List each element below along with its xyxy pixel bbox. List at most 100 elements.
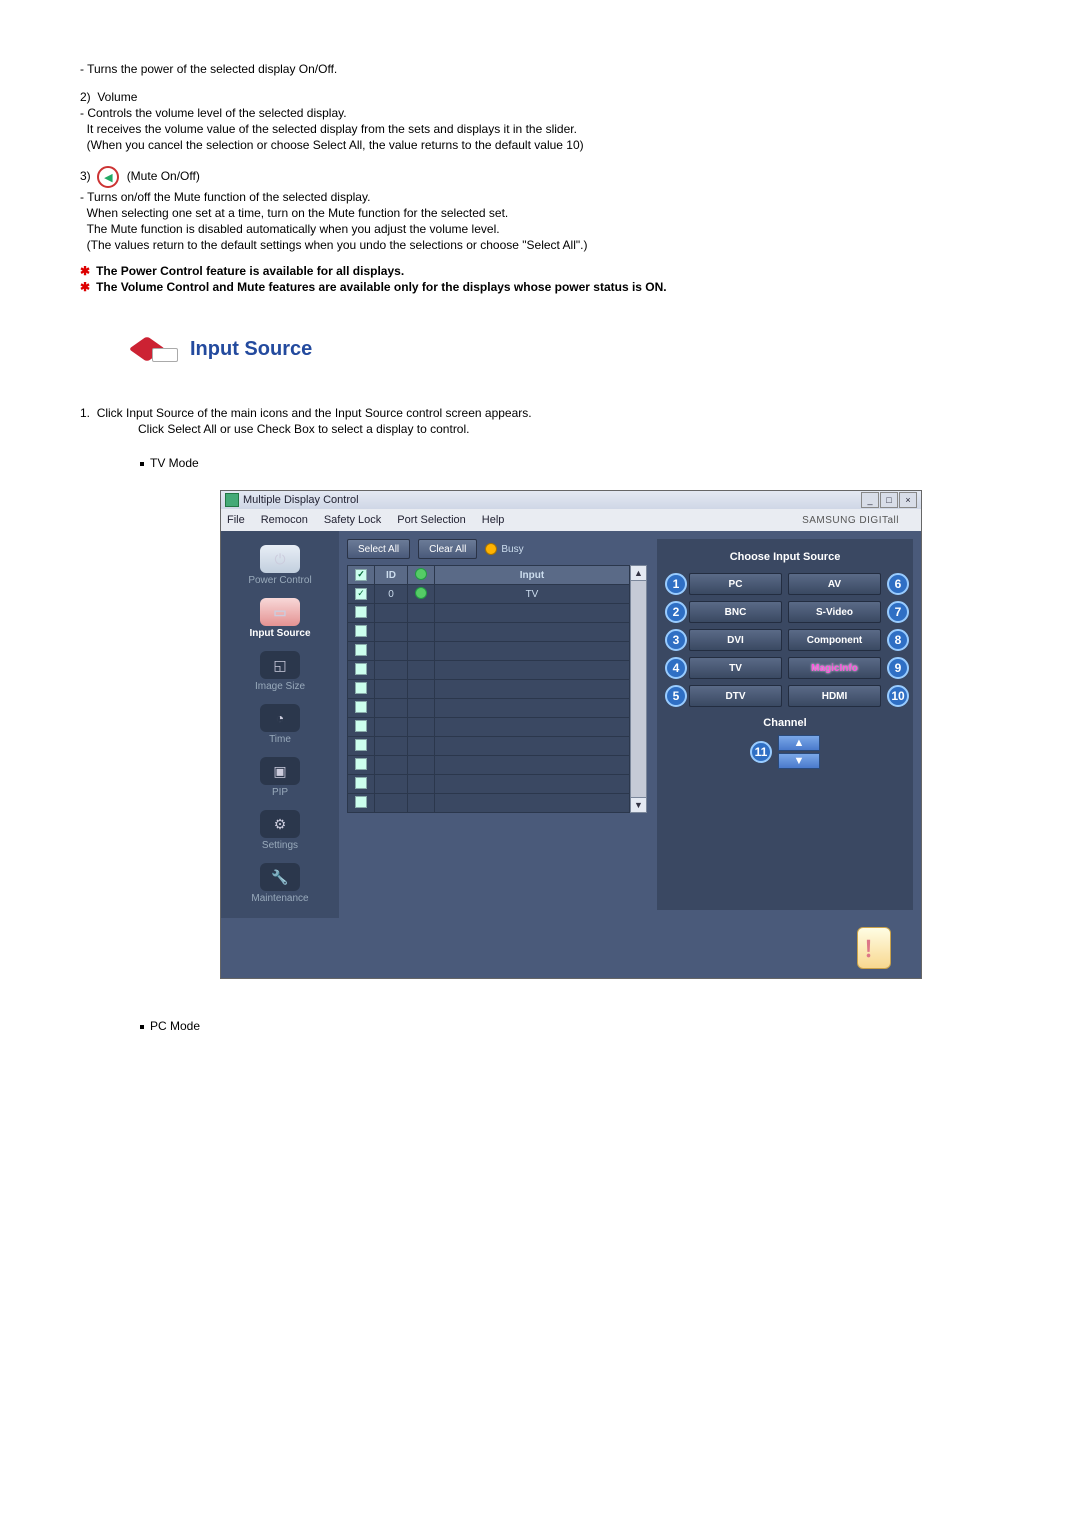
scroll-up-button[interactable]: ▲ (631, 566, 646, 581)
app-footer: ！ (221, 918, 921, 978)
channel-up-button[interactable]: ▲ (778, 735, 820, 751)
maximize-button[interactable]: □ (880, 492, 898, 508)
scrollbar[interactable]: ▲ ▼ (630, 565, 647, 813)
menu-bar: File Remocon Safety Lock Port Selection … (221, 509, 921, 531)
menu-port-selection[interactable]: Port Selection (397, 514, 465, 526)
th-status (408, 566, 435, 585)
maintenance-icon: 🔧 (260, 863, 300, 891)
callout-5: 5 (665, 685, 687, 707)
row-check-icon[interactable] (355, 606, 367, 618)
busy-dot-icon (485, 543, 497, 555)
channel-down-button[interactable]: ▼ (778, 753, 820, 769)
volume-title: Volume (97, 90, 137, 104)
row-check-icon[interactable] (355, 663, 367, 675)
source-magicinfo-button[interactable]: MagicInfo (788, 657, 881, 679)
mute-icon: ◀ (97, 166, 119, 188)
volume-num: 2) (80, 90, 91, 104)
callout-4: 4 (665, 657, 687, 679)
tv-mode-label: TV Mode (140, 456, 1000, 470)
scroll-track[interactable] (631, 581, 646, 797)
row-check-icon[interactable] (355, 777, 367, 789)
power-control-icon: ⏻ (260, 545, 300, 573)
menu-help[interactable]: Help (482, 514, 505, 526)
source-dvi-button[interactable]: DVI (689, 629, 782, 651)
status-header-icon (415, 568, 427, 580)
pip-icon: ▣ (260, 757, 300, 785)
star-icon: ✱ (80, 264, 90, 278)
menu-file[interactable]: File (227, 514, 245, 526)
panel-title: Choose Input Source (665, 551, 905, 563)
select-all-button[interactable]: Select All (347, 539, 410, 559)
mute-l4: (The values return to the default settin… (80, 238, 1000, 252)
sidebar-item-maintenance[interactable]: 🔧Maintenance (225, 859, 335, 908)
scroll-down-button[interactable]: ▼ (631, 797, 646, 812)
callout-11: 11 (750, 741, 772, 763)
row-check-icon[interactable] (355, 701, 367, 713)
note-1: ✱The Power Control feature is available … (80, 264, 1000, 278)
table-row[interactable] (348, 623, 630, 642)
source-svideo-button[interactable]: S-Video (788, 601, 881, 623)
th-check[interactable] (348, 566, 375, 585)
source-av-button[interactable]: AV (788, 573, 881, 595)
row-check-icon[interactable] (355, 758, 367, 770)
image-size-icon: ◱ (260, 651, 300, 679)
row-check-icon[interactable] (355, 644, 367, 656)
source-hdmi-button[interactable]: HDMI (788, 685, 881, 707)
table-row[interactable] (348, 680, 630, 699)
source-dtv-button[interactable]: DTV (689, 685, 782, 707)
app-window: Multiple Display Control _ □ × File Remo… (220, 490, 922, 979)
source-tv-button[interactable]: TV (689, 657, 782, 679)
source-bnc-button[interactable]: BNC (689, 601, 782, 623)
note-2: ✱The Volume Control and Mute features ar… (80, 280, 1000, 294)
sidebar-item-power-control[interactable]: ⏻Power Control (225, 541, 335, 590)
sidebar-item-time[interactable]: ◔Time (225, 700, 335, 749)
callout-6: 6 (887, 573, 909, 595)
source-component-button[interactable]: Component (788, 629, 881, 651)
close-button[interactable]: × (899, 492, 917, 508)
window-title: Multiple Display Control (243, 494, 359, 506)
intro-line1: 1. Click Input Source of the main icons … (80, 406, 1000, 420)
table-row[interactable] (348, 794, 630, 813)
th-id: ID (375, 566, 408, 585)
table-row[interactable] (348, 699, 630, 718)
mute-l3: The Mute function is disabled automatica… (80, 222, 1000, 236)
sidebar-item-settings[interactable]: ⚙Settings (225, 806, 335, 855)
volume-l1: - Controls the volume level of the selec… (80, 106, 1000, 120)
table-row[interactable] (348, 718, 630, 737)
callout-3: 3 (665, 629, 687, 651)
info-icon[interactable]: ！ (857, 927, 891, 969)
row-check-icon[interactable] (355, 588, 367, 600)
row-check-icon[interactable] (355, 682, 367, 694)
source-pc-button[interactable]: PC (689, 573, 782, 595)
brand-label: SAMSUNG DIGITall (802, 515, 899, 526)
callout-10: 10 (887, 685, 909, 707)
mute-item: 3) ◀ (Mute On/Off) (80, 166, 1000, 188)
app-icon (225, 493, 239, 507)
volume-l2: It receives the volume value of the sele… (80, 122, 1000, 136)
table-row[interactable]: 0 TV (348, 585, 630, 604)
check-all-icon[interactable] (355, 569, 367, 581)
row-check-icon[interactable] (355, 625, 367, 637)
busy-indicator: Busy (485, 543, 523, 555)
clear-all-button[interactable]: Clear All (418, 539, 477, 559)
row-check-icon[interactable] (355, 739, 367, 751)
menu-remocon[interactable]: Remocon (261, 514, 308, 526)
minimize-button[interactable]: _ (861, 492, 879, 508)
input-source-panel: Choose Input Source 1 PC AV 6 2 BNC S-Vi… (657, 539, 913, 910)
table-row[interactable] (348, 756, 630, 775)
power-desc-text: Turns the power of the selected display … (87, 62, 337, 76)
row-check-icon[interactable] (355, 720, 367, 732)
input-source-sidebar-icon: ▭ (260, 598, 300, 626)
sidebar-item-image-size[interactable]: ◱Image Size (225, 647, 335, 696)
table-row[interactable] (348, 642, 630, 661)
pc-mode-label: PC Mode (140, 1019, 1000, 1033)
sidebar-item-pip[interactable]: ▣PIP (225, 753, 335, 802)
table-row[interactable] (348, 737, 630, 756)
menu-safety-lock[interactable]: Safety Lock (324, 514, 381, 526)
row-check-icon[interactable] (355, 796, 367, 808)
table-row[interactable] (348, 775, 630, 794)
table-row[interactable] (348, 661, 630, 680)
callout-9: 9 (887, 657, 909, 679)
table-row[interactable] (348, 604, 630, 623)
sidebar-item-input-source[interactable]: ▭Input Source (225, 594, 335, 643)
